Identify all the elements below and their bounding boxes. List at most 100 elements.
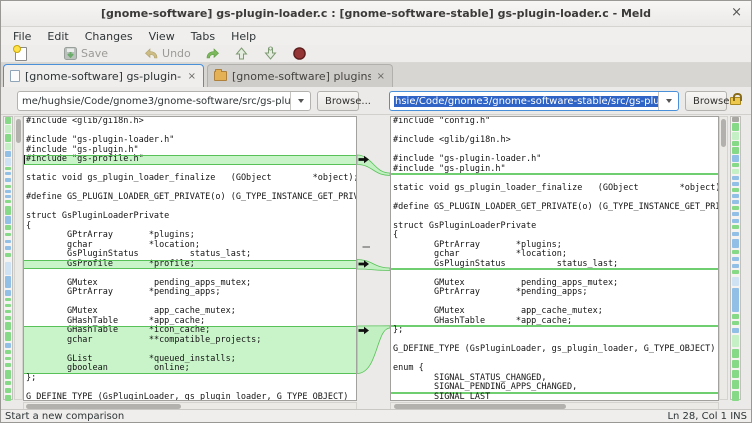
code-line: }; (24, 374, 356, 384)
diff-map-right[interactable] (730, 116, 741, 400)
window-title: [gnome-software] gs-plugin-loader.c : [g… (101, 7, 651, 20)
diff-map-block (5, 190, 11, 193)
right-file-combobox[interactable]: hsie/Code/gnome3/gnome-software-stable/s… (389, 91, 679, 111)
diff-map-block (5, 117, 11, 124)
diff-map-block (732, 314, 739, 319)
left-file-path: me/hughsie/Code/gnome3/gnome-software/sr… (18, 96, 290, 107)
tab-label: [gnome-software] plugins : [gnome-soft (232, 70, 371, 83)
save-button[interactable]: Save (59, 45, 112, 63)
menu-file[interactable]: File (5, 29, 39, 44)
menu-help[interactable]: Help (223, 29, 264, 44)
right-pane-vscrollbar[interactable] (719, 116, 728, 400)
diff-map-block (732, 147, 739, 154)
diff-map-block (732, 257, 739, 261)
left-pane-vscrollbar-thumb[interactable] (16, 119, 21, 143)
diff-map-block (732, 169, 739, 174)
diff-map-block (5, 195, 11, 198)
left-pane-vscrollbar[interactable] (14, 116, 23, 400)
diff-chunk-link (357, 326, 390, 374)
diff-map-block (732, 380, 739, 389)
diff-map-block (5, 206, 11, 215)
menu-tabs[interactable]: Tabs (183, 29, 223, 44)
diff-map-block (732, 200, 739, 204)
diff-map-block (732, 370, 739, 378)
diff-map-block (5, 388, 11, 393)
menu-edit[interactable]: Edit (39, 29, 76, 44)
left-file-combobox[interactable]: me/hughsie/Code/gnome3/gnome-software/sr… (17, 91, 311, 111)
chevron-down-icon (298, 99, 304, 103)
tab-bar: [gnome-software] gs-plugin-loader.c : [g… (1, 63, 751, 87)
diff-map-block (5, 143, 11, 150)
code-line: }; (391, 326, 718, 336)
left-file-dropdown-button[interactable] (290, 92, 310, 110)
undo-icon (144, 46, 159, 61)
next-change-button[interactable] (259, 45, 282, 63)
diff-map-block (732, 117, 739, 122)
stop-icon (292, 46, 307, 61)
tab-plugins[interactable]: [gnome-software] plugins : [gnome-soft × (207, 64, 393, 87)
diff-pane-left[interactable]: #include <glib/gi18n.h>#include "gs-plug… (23, 116, 357, 401)
diff-chunk-link (357, 155, 390, 176)
code-line: gboolean online; (24, 364, 356, 374)
diff-map-block (732, 321, 739, 325)
right-browse-button[interactable]: Browse... (685, 91, 727, 111)
code-line: struct GsPluginLoaderPrivate (24, 212, 356, 222)
menu-view[interactable]: View (141, 29, 183, 44)
delete-chunk-button[interactable] (363, 246, 371, 248)
code-line: GPtrArray *pending_apps; (391, 288, 718, 298)
tab-close-button[interactable]: × (187, 71, 197, 82)
window-close-button[interactable]: × (731, 5, 742, 21)
diff-pane-right[interactable]: #include "config.h"#include <glib/gi18n.… (390, 116, 719, 401)
diff-map-block (5, 216, 11, 224)
statusbar: Start a new comparison Ln 28, Col 1 INS (1, 409, 751, 422)
diff-map-block (5, 246, 11, 250)
selected-path-text: hsie/Code/gnome3/gnome-software-stable/s… (394, 96, 658, 107)
diff-map-left[interactable] (3, 116, 13, 400)
save-label: Save (81, 47, 108, 60)
code-line: GsPluginStatus status_last; (391, 260, 718, 270)
diff-map-block (732, 188, 739, 192)
diff-map-block (5, 158, 11, 166)
diff-map-block (5, 178, 11, 182)
diff-map-block (732, 132, 739, 140)
undo-button[interactable]: Undo (140, 45, 195, 63)
diff-map-block (5, 381, 11, 385)
redo-button[interactable] (201, 45, 224, 63)
previous-change-button[interactable] (230, 45, 253, 63)
code-line: #define GS_PLUGIN_LOADER_GET_PRIVATE(o) … (391, 203, 718, 213)
diff-map-block (732, 141, 739, 146)
right-file-dropdown-button[interactable] (658, 92, 678, 110)
diff-map-block (5, 350, 11, 354)
menubar: FileEditChangesViewTabsHelp (1, 27, 751, 45)
code-line: struct GsPluginLoaderPrivate (391, 222, 718, 232)
code-line: GPtrArray *pending_apps; (24, 288, 356, 298)
code-line: SIGNAL_LAST (391, 393, 718, 402)
diff-map-block (732, 328, 739, 333)
arrow-up-icon (234, 46, 249, 61)
diff-map-block (5, 233, 11, 236)
lock-icon (730, 92, 744, 110)
diff-map-block (5, 125, 11, 133)
diff-map-block (5, 200, 11, 203)
diff-map-block (732, 206, 739, 210)
right-pane-vscrollbar-thumb[interactable] (721, 119, 726, 147)
folder-icon (214, 71, 227, 81)
diff-map-block (5, 172, 11, 175)
diff-map-block (5, 225, 11, 230)
menu-changes[interactable]: Changes (77, 29, 141, 44)
tab-close-button[interactable]: × (376, 71, 386, 82)
diff-map-block (5, 298, 11, 301)
diff-map-block (5, 370, 11, 379)
diff-map-block (5, 357, 11, 360)
text-caret (24, 155, 25, 165)
code-line: static void gs_plugin_loader_finalize (G… (24, 174, 356, 184)
file-diff-icon (10, 70, 20, 82)
stop-button[interactable] (288, 45, 311, 63)
diff-map-block (732, 335, 739, 347)
diff-map-block (5, 240, 11, 243)
left-browse-button[interactable]: Browse... (317, 91, 359, 111)
diff-map-block (732, 163, 739, 167)
tab-gs-plugin-loader[interactable]: [gnome-software] gs-plugin-loader.c : [g… (3, 64, 204, 87)
diff-map-block (5, 322, 11, 330)
new-comparison-button[interactable] (11, 45, 31, 63)
